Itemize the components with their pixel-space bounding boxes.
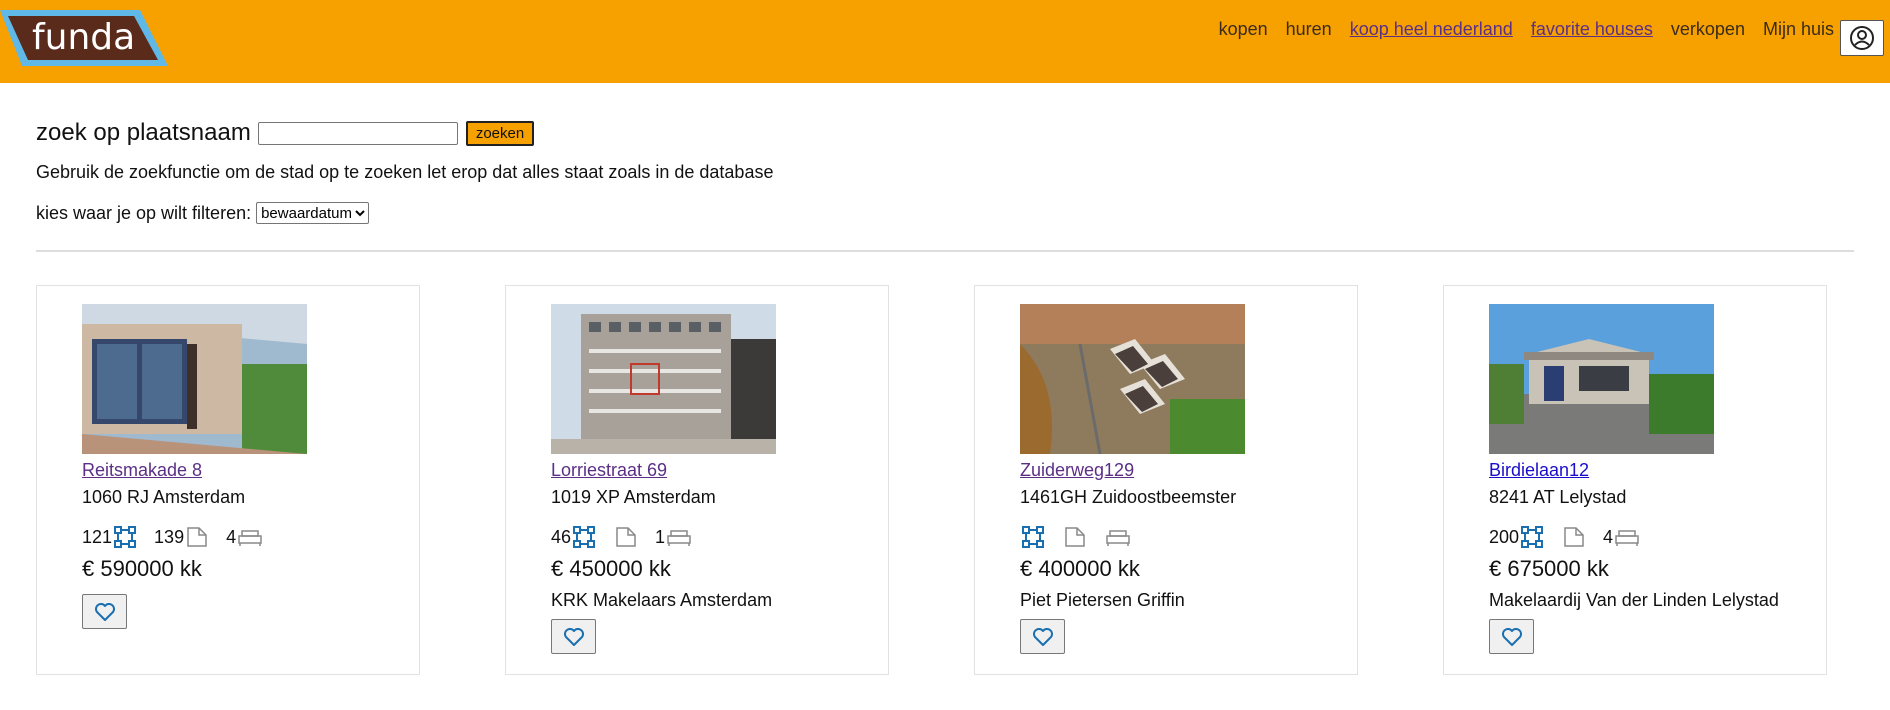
listing-card: Zuiderweg129 1461GH Zuidoostbeemster € 4… [974, 285, 1358, 675]
funda-logo-text: funda [32, 17, 135, 58]
nav-favorite-houses[interactable]: favorite houses [1531, 19, 1653, 40]
site-header: funda kopen huren koop heel nederland fa… [0, 0, 1890, 83]
listing-price: € 450000 kk [551, 556, 671, 581]
search-input[interactable] [257, 121, 458, 145]
plot-area [1062, 526, 1086, 548]
listing-title-link[interactable]: Reitsmakade 8 [82, 460, 402, 481]
bed-icon [667, 530, 691, 546]
help-text: Gebruik de zoekfunctie om de stad op te … [36, 162, 774, 182]
bedrooms-value: 1 [655, 527, 666, 547]
listing-city: 1060 RJ Amsterdam [82, 487, 246, 507]
living-area: 46 [551, 526, 596, 548]
living-area-icon [1022, 526, 1044, 548]
search-button[interactable]: zoeken [465, 120, 535, 146]
listing-card: Birdielaan12 8241 AT Lelystad 200 4 € 67… [1443, 285, 1827, 675]
listing-price: € 675000 kk [1489, 556, 1609, 581]
plot-area [1561, 526, 1585, 548]
listing-features: 200 4 [1489, 522, 1809, 548]
nav-verkopen[interactable]: verkopen [1671, 19, 1745, 40]
account-button[interactable] [1840, 20, 1884, 56]
heart-icon [1032, 627, 1053, 646]
funda-logo-graphic: funda [0, 10, 168, 66]
user-circle-icon [1850, 26, 1874, 50]
bedrooms-value: 4 [1603, 527, 1614, 547]
bed-icon [1106, 530, 1130, 546]
listing-title-link[interactable]: Zuiderweg129 [1020, 460, 1340, 481]
living-area-value: 200 [1489, 527, 1520, 547]
search-section: zoek op plaatsnaam zoeken Gebruik de zoe… [0, 83, 1890, 224]
favorite-button[interactable] [551, 619, 596, 654]
nav-koop-heel-nederland[interactable]: koop heel nederland [1350, 19, 1513, 40]
listing-agent: Makelaardij Van der Linden Lelystad [1489, 590, 1779, 610]
listing-city: 1019 XP Amsterdam [551, 487, 716, 507]
main-nav: kopen huren koop heel nederland favorite… [1219, 19, 1834, 40]
divider [36, 250, 1854, 252]
favorite-button[interactable] [82, 594, 127, 629]
listing-title-link[interactable]: Lorriestraat 69 [551, 460, 871, 481]
bedrooms: 4 [226, 527, 262, 548]
listing-photo[interactable] [82, 304, 307, 454]
listing-city: 1461GH Zuidoostbeemster [1020, 487, 1237, 507]
listing-card: Lorriestraat 69 1019 XP Amsterdam 46 1 €… [505, 285, 889, 675]
nav-kopen[interactable]: kopen [1219, 19, 1268, 40]
living-area-value: 46 [551, 527, 572, 547]
plot-area-icon [1564, 527, 1584, 547]
heart-icon [1501, 627, 1522, 646]
favorite-button[interactable] [1489, 619, 1534, 654]
living-area-value: 121 [82, 527, 113, 547]
living-area [1020, 526, 1044, 548]
listing-agent: KRK Makelaars Amsterdam [551, 590, 773, 610]
living-area: 200 [1489, 526, 1544, 548]
listing-price: € 590000 kk [82, 556, 202, 581]
filter-label: kies waar je op wilt filteren: [36, 202, 252, 223]
listing-features: 121 139 4 [82, 522, 402, 548]
plot-area-value: 139 [154, 527, 185, 547]
bedrooms: 1 [655, 527, 691, 548]
search-row: zoek op plaatsnaam zoeken [36, 119, 1890, 147]
listing-card: Reitsmakade 8 1060 RJ Amsterdam 121 139 … [36, 285, 420, 675]
listing-title-link[interactable]: Birdielaan12 [1489, 460, 1809, 481]
filter-select[interactable]: bewaardatum [256, 202, 370, 224]
listing-grid: Reitsmakade 8 1060 RJ Amsterdam 121 139 … [36, 285, 1866, 675]
favorite-button[interactable] [1020, 619, 1065, 654]
living-area-icon [573, 526, 596, 548]
living-area-icon [114, 526, 137, 548]
search-label: zoek op plaatsnaam [36, 119, 251, 146]
plot-area-icon [1065, 527, 1085, 547]
listing-features: 46 1 [551, 522, 871, 548]
plot-area: 139 [154, 526, 208, 548]
plot-area-icon [616, 527, 636, 547]
nav-huren[interactable]: huren [1286, 19, 1332, 40]
listing-agent: Piet Pietersen Griffin [1020, 590, 1185, 610]
bed-icon [238, 530, 262, 546]
funda-logo[interactable]: funda [0, 6, 172, 70]
plot-area [613, 526, 637, 548]
bedrooms-value: 4 [226, 527, 237, 547]
bedrooms [1104, 528, 1130, 548]
living-area-icon [1521, 526, 1544, 548]
listing-photo[interactable] [1489, 304, 1714, 454]
listing-photo[interactable] [1020, 304, 1245, 454]
living-area: 121 [82, 526, 137, 548]
heart-icon [94, 602, 115, 621]
plot-area-icon [187, 527, 207, 547]
filter-row: kies waar je op wilt filteren: bewaardat… [36, 202, 1890, 224]
listing-city: 8241 AT Lelystad [1489, 487, 1627, 507]
listing-photo[interactable] [551, 304, 776, 454]
bedrooms: 4 [1603, 527, 1639, 548]
nav-mijn-huis[interactable]: Mijn huis [1763, 19, 1834, 40]
listing-features [1020, 522, 1340, 548]
bed-icon [1615, 530, 1639, 546]
listing-price: € 400000 kk [1020, 556, 1140, 581]
heart-icon [563, 627, 584, 646]
